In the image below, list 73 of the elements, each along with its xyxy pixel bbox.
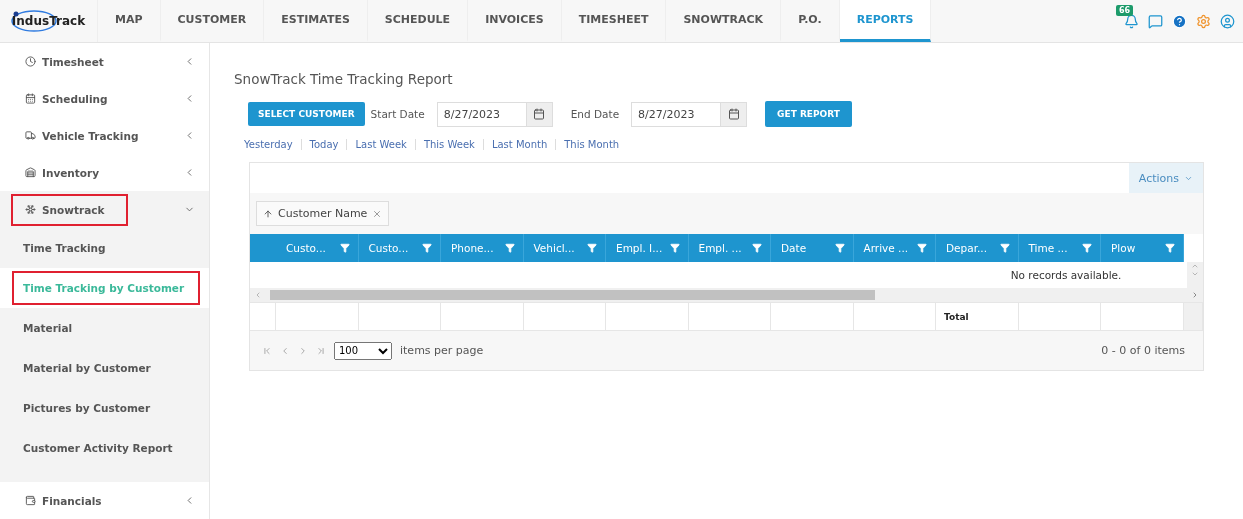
group-chip[interactable]: Customer Name xyxy=(256,201,390,226)
sidebar-item[interactable]: Financials xyxy=(11,484,126,517)
close-icon[interactable] xyxy=(372,208,383,219)
calendar-icon xyxy=(533,108,546,120)
nav-tab[interactable]: CUSTOMER xyxy=(160,0,265,42)
wallet-icon xyxy=(25,495,36,506)
clock-icon xyxy=(25,56,36,67)
nav-tab[interactable]: TIMESHEET xyxy=(561,0,667,42)
filter-icon[interactable] xyxy=(339,243,350,253)
sidebar-subitem[interactable]: Material xyxy=(12,311,89,345)
filter-icon[interactable] xyxy=(1164,243,1175,253)
date-range-link[interactable]: Today xyxy=(300,139,347,150)
settings-icon[interactable] xyxy=(1196,13,1211,29)
filter-icon[interactable] xyxy=(504,243,515,253)
end-date-label: End Date xyxy=(570,108,620,120)
nav-tab[interactable]: SNOWTRACK xyxy=(666,0,782,42)
filter-icon[interactable] xyxy=(834,243,845,253)
date-range-link[interactable]: Yesterday xyxy=(244,139,301,150)
sidebar-subitem[interactable]: Time Tracking xyxy=(12,231,122,265)
page-size-label: items per page xyxy=(400,344,484,357)
nav-tab[interactable]: SCHEDULE xyxy=(367,0,469,42)
filter-icon[interactable] xyxy=(587,243,597,253)
vertical-scrollbar[interactable] xyxy=(1187,262,1203,288)
calendar-icon xyxy=(25,93,36,104)
nav-tab[interactable]: INVOICES xyxy=(468,0,562,42)
sidebar-subitem[interactable]: Material by Customer xyxy=(12,351,167,385)
next-page-icon[interactable] xyxy=(298,345,308,356)
notification-count: 66 xyxy=(1116,4,1134,16)
empty-message: No records available. xyxy=(1009,268,1123,283)
pager-summary: 0 - 0 of 0 items xyxy=(1101,344,1185,357)
page-size-select[interactable]: 100 xyxy=(334,341,392,360)
truck-icon xyxy=(25,130,36,141)
sidebar-item[interactable]: Snowtrack xyxy=(11,193,129,226)
help-icon[interactable] xyxy=(1172,13,1187,29)
calendar-icon xyxy=(727,108,740,120)
chat-icon[interactable] xyxy=(1148,13,1163,29)
calendar-button[interactable] xyxy=(525,101,553,127)
scroll-up-icon[interactable] xyxy=(1191,262,1199,270)
sidebar-item[interactable]: Timesheet xyxy=(11,45,128,78)
warehouse-icon xyxy=(25,167,36,178)
page-title: SnowTrack Time Tracking Report xyxy=(234,71,454,87)
sidebar-subitem[interactable]: Customer Activity Report xyxy=(12,431,189,465)
filter-icon[interactable] xyxy=(669,243,680,253)
sidebar-item[interactable]: Scheduling xyxy=(11,82,132,115)
date-range-link[interactable]: This Week xyxy=(414,139,483,150)
previous-page-icon[interactable] xyxy=(280,345,290,356)
filter-icon[interactable] xyxy=(752,243,762,253)
date-range-link[interactable]: This Month xyxy=(555,139,628,150)
horizontal-scrollbar[interactable] xyxy=(250,288,1203,302)
start-date-label: Start Date xyxy=(370,108,425,120)
bell-icon[interactable] xyxy=(1124,13,1139,29)
scroll-right-icon[interactable] xyxy=(1191,291,1199,299)
sidebar-item[interactable]: Vehicle Tracking xyxy=(11,119,163,152)
scroll-down-icon[interactable] xyxy=(1191,270,1199,278)
user-icon[interactable] xyxy=(1220,13,1235,29)
filter-icon[interactable] xyxy=(917,243,927,253)
sort-arrow-icon xyxy=(263,208,273,219)
filter-icon[interactable] xyxy=(1082,243,1092,253)
sidebar-item[interactable]: Inventory xyxy=(11,156,124,189)
nav-tab[interactable]: MAP xyxy=(98,0,161,42)
scroll-left-icon[interactable] xyxy=(254,291,262,299)
start-date-field[interactable]: 8/27/2023 xyxy=(436,101,526,127)
date-range-link[interactable]: Last Month xyxy=(482,139,556,150)
end-date-field[interactable]: 8/27/2023 xyxy=(631,101,721,127)
filter-icon[interactable] xyxy=(999,243,1010,253)
header-cell xyxy=(250,234,276,262)
calendar-button[interactable] xyxy=(720,101,748,127)
filter-icon[interactable] xyxy=(422,243,432,253)
date-range-link[interactable]: Last Week xyxy=(346,139,415,150)
nav-tab[interactable]: P.O. xyxy=(781,0,840,42)
nav-tab[interactable]: ESTIMATES xyxy=(264,0,368,42)
snowflake-icon xyxy=(25,204,36,215)
sidebar-subitem[interactable]: Pictures by Customer xyxy=(12,391,167,425)
